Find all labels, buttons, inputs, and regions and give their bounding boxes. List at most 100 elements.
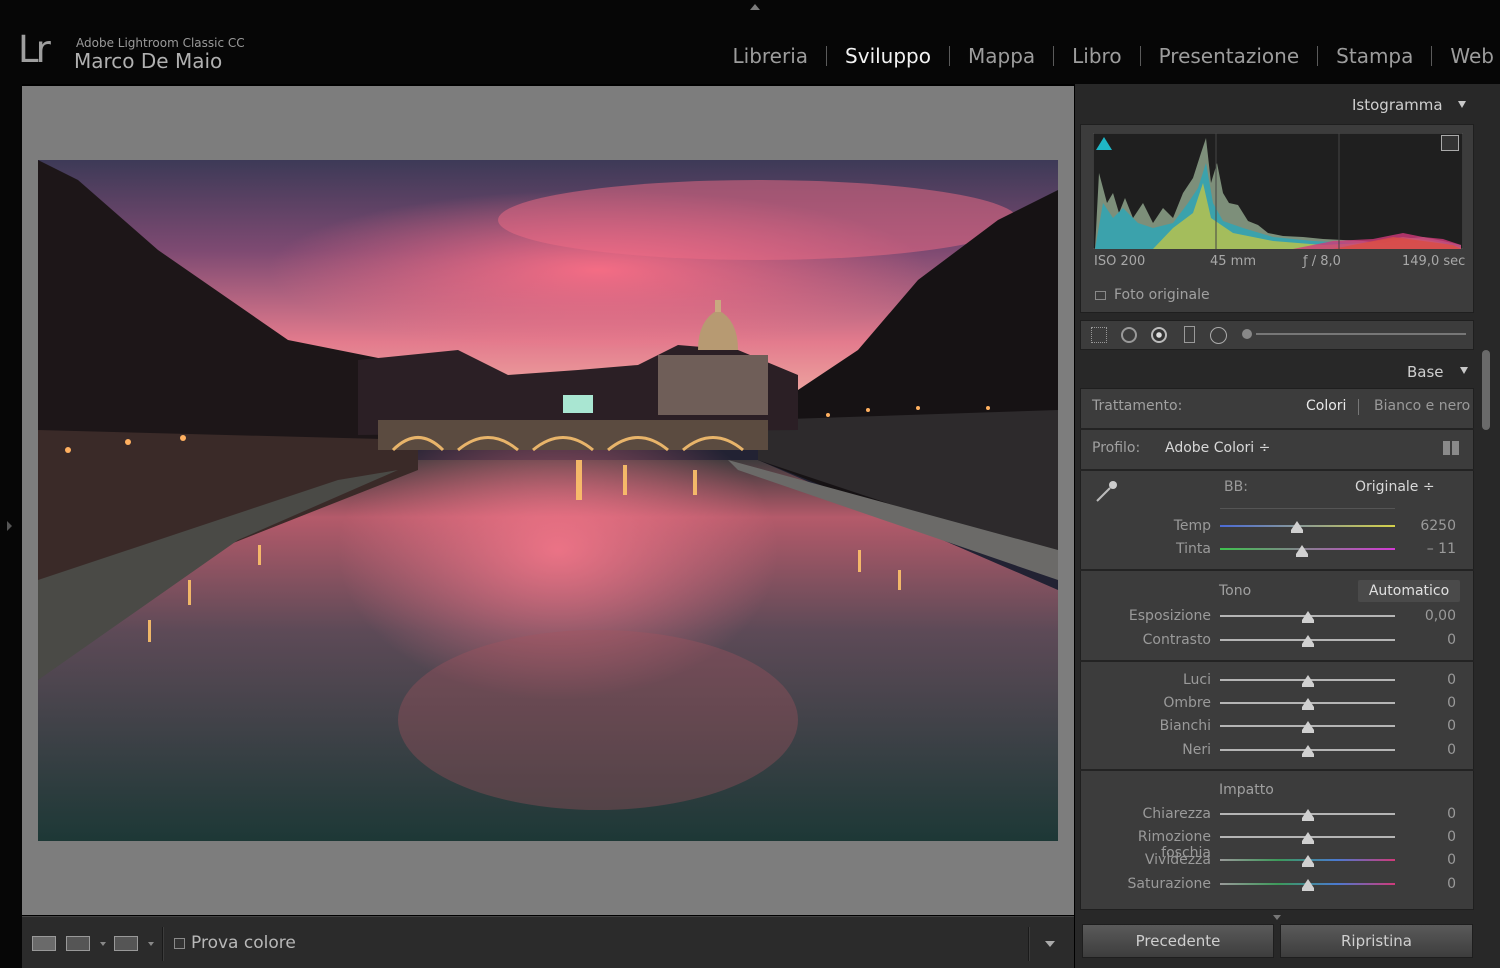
shadow-clipping-icon[interactable] xyxy=(1096,137,1112,150)
tone-heading: Tono xyxy=(1219,583,1252,599)
highlight-clipping-icon[interactable] xyxy=(1441,135,1459,151)
section-divider xyxy=(1080,769,1474,771)
spot-removal-tool-icon[interactable] xyxy=(1121,327,1137,343)
temp-value[interactable]: 6250 xyxy=(1406,518,1456,534)
temp-slider-thumb[interactable] xyxy=(1291,521,1303,533)
wb-dropdown[interactable]: Originale ÷ xyxy=(1355,479,1435,495)
shadows-value[interactable]: 0 xyxy=(1406,695,1456,711)
soft-proof-checkbox[interactable] xyxy=(174,938,185,949)
blacks-value[interactable]: 0 xyxy=(1406,742,1456,758)
radial-filter-icon[interactable] xyxy=(1210,327,1227,344)
dehaze-slider-thumb[interactable] xyxy=(1301,832,1314,844)
whites-slider-thumb[interactable] xyxy=(1301,721,1314,733)
toolbar-divider xyxy=(162,927,164,961)
highlights-slider-thumb[interactable] xyxy=(1301,675,1314,687)
contrast-slider-thumb[interactable] xyxy=(1301,635,1314,647)
wb-label: BB: xyxy=(1224,479,1248,495)
vibrance-value[interactable]: 0 xyxy=(1406,852,1456,868)
blacks-slider-thumb[interactable] xyxy=(1301,745,1314,757)
section-divider xyxy=(1080,469,1474,471)
red-eye-tool-icon[interactable] xyxy=(1151,327,1167,343)
original-photo-checkbox[interactable] xyxy=(1095,291,1106,300)
identity-plate: Marco De Maio xyxy=(74,49,223,73)
before-after-icon[interactable] xyxy=(114,936,138,951)
tint-value[interactable]: – 11 xyxy=(1406,541,1456,557)
contrast-value[interactable]: 0 xyxy=(1406,632,1456,648)
exposure-value[interactable]: 0,00 xyxy=(1406,608,1456,624)
adjustment-brush-icon[interactable] xyxy=(1242,329,1252,339)
shadows-slider-thumb[interactable] xyxy=(1301,698,1314,710)
product-name: Adobe Lightroom Classic CC xyxy=(76,36,245,50)
compare-view-icon[interactable] xyxy=(66,936,90,951)
histogram-collapse-icon[interactable] xyxy=(1458,101,1466,108)
saturation-slider-thumb[interactable] xyxy=(1301,879,1314,891)
highlights-value[interactable]: 0 xyxy=(1406,672,1456,688)
section-divider xyxy=(1080,428,1474,430)
shutter-readout: 149,0 sec xyxy=(1402,254,1466,269)
base-title[interactable]: Base xyxy=(1407,363,1444,381)
module-presentazione[interactable]: Presentazione xyxy=(1141,44,1318,68)
loupe-view-icon[interactable] xyxy=(32,936,56,951)
adjustment-brush-track xyxy=(1256,333,1466,335)
bottom-toolbar: Prova colore xyxy=(22,916,1074,968)
treatment-color-option[interactable]: Colori xyxy=(1306,398,1346,414)
expand-left-panel-arrow-icon[interactable] xyxy=(7,521,12,531)
graduated-filter-icon[interactable] xyxy=(1184,326,1195,343)
profile-browser-grid-icon[interactable] xyxy=(1443,441,1459,455)
profile-label: Profilo: xyxy=(1092,440,1141,456)
temp-label: Temp xyxy=(1173,518,1211,534)
treatment-divider xyxy=(1358,399,1359,415)
module-stampa[interactable]: Stampa xyxy=(1318,44,1431,68)
soft-proof-label: Prova colore xyxy=(191,933,296,953)
vibrance-slider-thumb[interactable] xyxy=(1301,855,1314,867)
white-balance-eyedropper-icon[interactable] xyxy=(1094,478,1120,504)
crop-tool-icon[interactable] xyxy=(1091,327,1107,343)
clarity-value[interactable]: 0 xyxy=(1406,806,1456,822)
auto-tone-button[interactable]: Automatico xyxy=(1358,580,1460,602)
module-libro[interactable]: Libro xyxy=(1054,44,1139,68)
module-sviluppo[interactable]: Sviluppo xyxy=(827,44,949,68)
panel-end-arrow-icon xyxy=(1273,915,1281,920)
shadows-label: Ombre xyxy=(1163,695,1211,711)
dehaze-value[interactable]: 0 xyxy=(1406,829,1456,845)
toolbar-options-chevron-icon[interactable] xyxy=(1045,941,1055,947)
reset-button[interactable]: Ripristina xyxy=(1280,924,1473,958)
toolbar-divider xyxy=(1028,927,1030,961)
tint-slider-thumb[interactable] xyxy=(1296,545,1309,557)
treatment-bw-option[interactable]: Bianco e nero xyxy=(1374,398,1470,414)
iso-readout: ISO 200 xyxy=(1094,254,1146,269)
module-web[interactable]: Web xyxy=(1432,44,1500,68)
exposure-slider-thumb[interactable] xyxy=(1301,611,1314,623)
base-collapse-icon[interactable] xyxy=(1460,367,1468,374)
module-picker: Libreria Sviluppo Mappa Libro Presentazi… xyxy=(715,40,1500,72)
collapse-top-arrow-icon[interactable] xyxy=(750,4,760,10)
histogram-graph[interactable] xyxy=(1093,133,1463,249)
profile-dropdown[interactable]: Adobe Colori ÷ xyxy=(1165,440,1270,456)
exposure-label: Esposizione xyxy=(1128,608,1211,624)
highlights-label: Luci xyxy=(1182,672,1211,688)
aperture-readout: ƒ / 8,0 xyxy=(1303,254,1341,269)
vibrance-label: Vividezza xyxy=(1144,852,1211,868)
tool-strip xyxy=(1080,320,1474,350)
wb-divider xyxy=(1220,508,1395,509)
previous-button[interactable]: Precedente xyxy=(1082,924,1274,958)
module-libreria[interactable]: Libreria xyxy=(715,44,827,68)
module-mappa[interactable]: Mappa xyxy=(950,44,1053,68)
section-divider xyxy=(1080,660,1474,662)
panel-scrollbar[interactable] xyxy=(1482,350,1490,430)
temp-slider-track[interactable] xyxy=(1220,525,1395,527)
contrast-label: Contrasto xyxy=(1142,632,1211,648)
clarity-label: Chiarezza xyxy=(1142,806,1211,822)
clarity-slider-thumb[interactable] xyxy=(1301,809,1314,821)
saturation-value[interactable]: 0 xyxy=(1406,876,1456,892)
original-photo-label: Foto originale xyxy=(1114,287,1210,303)
photo-preview[interactable] xyxy=(38,160,1058,841)
before-after-dropdown-chevron-icon[interactable] xyxy=(148,942,154,946)
whites-value[interactable]: 0 xyxy=(1406,718,1456,734)
saturation-label: Saturazione xyxy=(1127,876,1211,892)
histogram-title[interactable]: Istogramma xyxy=(1352,96,1443,114)
compare-dropdown-chevron-icon[interactable] xyxy=(100,942,106,946)
whites-label: Bianchi xyxy=(1159,718,1211,734)
section-divider xyxy=(1080,569,1474,571)
presence-heading: Impatto xyxy=(1219,782,1274,798)
